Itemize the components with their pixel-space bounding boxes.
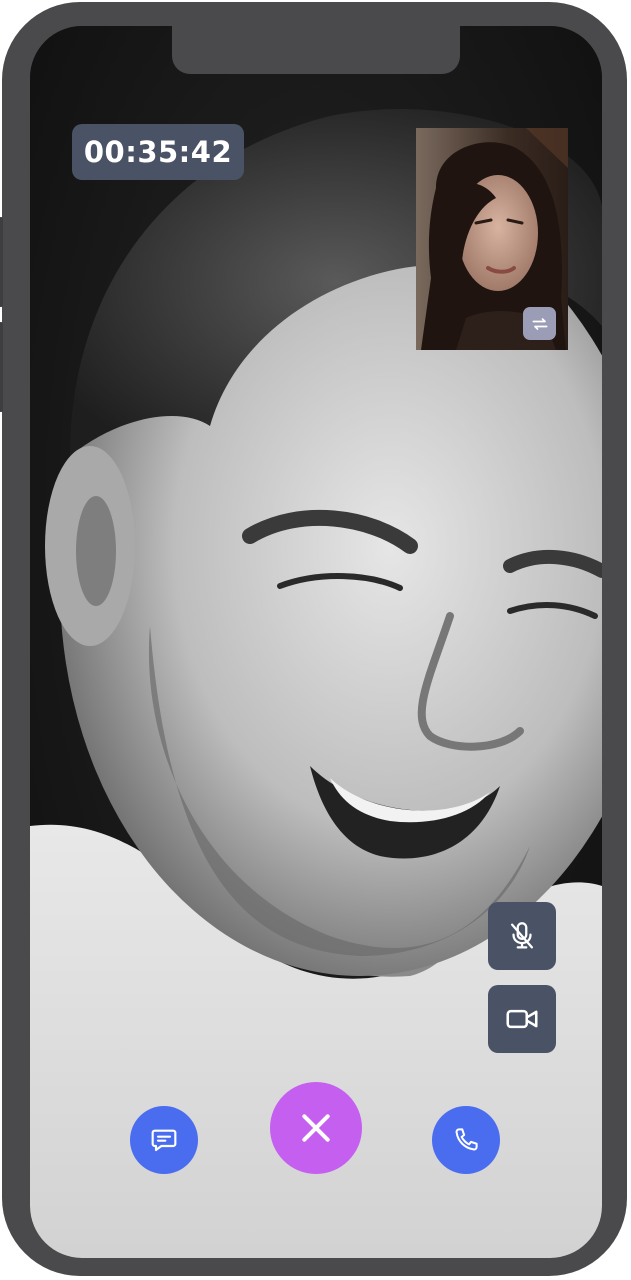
close-icon <box>302 1114 330 1142</box>
volume-up-button <box>0 217 3 307</box>
switch-camera-icon <box>532 317 547 330</box>
self-preview-video[interactable] <box>416 128 568 350</box>
device-notch <box>172 24 460 74</box>
call-duration-timer: 00:35:42 <box>72 124 244 180</box>
end-call-button[interactable] <box>270 1082 362 1174</box>
chat-bubble-icon <box>151 1129 177 1152</box>
volume-down-button <box>0 322 3 412</box>
switch-camera-button[interactable] <box>523 307 556 340</box>
chat-button[interactable] <box>130 1106 198 1174</box>
phone-button[interactable] <box>432 1106 500 1174</box>
mute-microphone-button[interactable] <box>488 902 556 970</box>
video-camera-icon <box>506 1009 538 1029</box>
mic-off-icon <box>510 922 534 949</box>
toggle-video-button[interactable] <box>488 985 556 1053</box>
phone-icon <box>455 1128 478 1151</box>
